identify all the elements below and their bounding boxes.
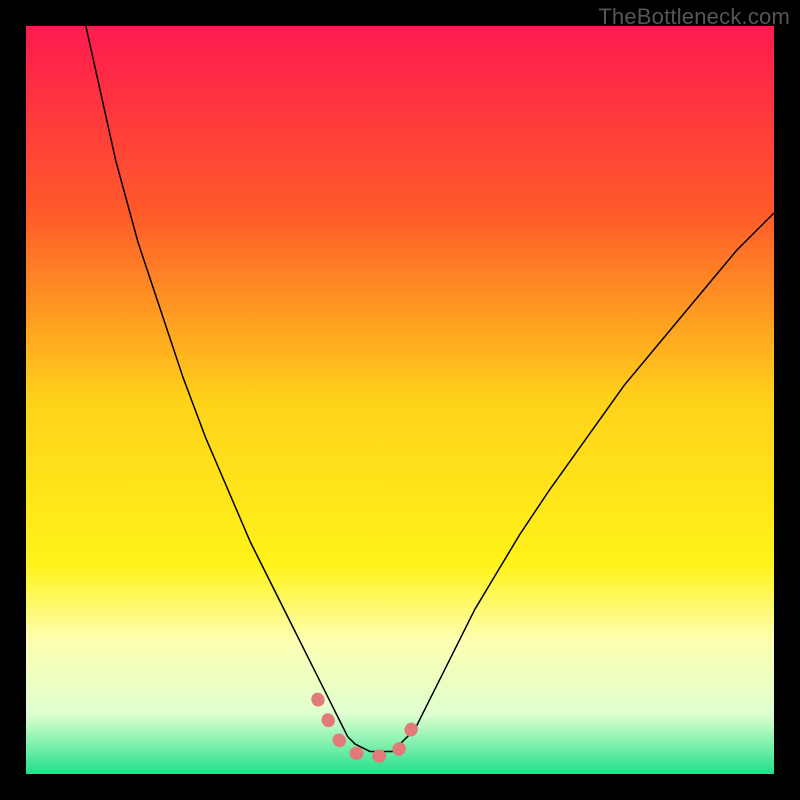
gradient-background bbox=[26, 26, 774, 774]
plot-area bbox=[26, 26, 774, 774]
bottleneck-chart bbox=[26, 26, 774, 774]
chart-frame: TheBottleneck.com bbox=[0, 0, 800, 800]
watermark-text: TheBottleneck.com bbox=[598, 4, 790, 30]
